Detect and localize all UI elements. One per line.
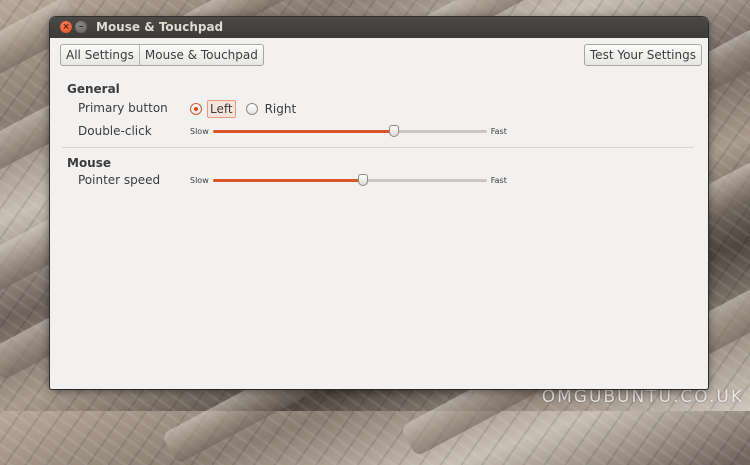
pointer-speed-fast-label: Fast: [490, 175, 507, 185]
radio-right-label[interactable]: Right: [263, 101, 299, 117]
title-bar[interactable]: × – Mouse & Touchpad: [50, 17, 708, 38]
radio-left[interactable]: Left: [190, 100, 236, 118]
double-click-label: Double-click: [78, 124, 152, 138]
primary-button-radio-group: Left Right: [190, 99, 308, 119]
pointer-speed-label: Pointer speed: [78, 173, 161, 187]
breadcrumb-all-settings[interactable]: All Settings: [61, 45, 139, 65]
double-click-track[interactable]: [212, 124, 487, 137]
general-heading: General: [67, 82, 120, 96]
watermark-text: OMGUBUNTU.CO.UK: [541, 387, 744, 407]
breadcrumb-mouse-touchpad[interactable]: Mouse & Touchpad: [138, 45, 263, 65]
pointer-speed-fill: [212, 178, 364, 182]
window-title: Mouse & Touchpad: [96, 20, 224, 34]
toolbar: All Settings Mouse & Touchpad Test Your …: [50, 38, 708, 70]
pointer-speed-track[interactable]: [212, 173, 487, 186]
pointer-speed-slider: Slow Fast: [190, 172, 507, 188]
double-click-thumb[interactable]: [388, 124, 399, 137]
radio-left-indicator[interactable]: [190, 103, 202, 115]
mouse-heading: Mouse: [67, 156, 112, 170]
test-your-settings-button[interactable]: Test Your Settings: [583, 44, 702, 66]
radio-right-indicator[interactable]: [245, 103, 258, 115]
close-icon[interactable]: ×: [60, 21, 72, 33]
double-click-fast-label: Fast: [490, 126, 507, 136]
radio-left-label[interactable]: Left: [207, 100, 236, 118]
minimize-icon[interactable]: –: [75, 21, 87, 33]
settings-window: × – Mouse & Touchpad All Settings Mouse …: [50, 17, 708, 389]
double-click-slow-label: Slow: [190, 126, 209, 136]
pointer-speed-slow-label: Slow: [190, 175, 209, 185]
radio-right[interactable]: Right: [245, 101, 299, 117]
pointer-speed-thumb[interactable]: [358, 173, 369, 186]
breadcrumb: All Settings Mouse & Touchpad: [60, 44, 264, 66]
section-divider: [62, 147, 694, 148]
double-click-fill: [212, 129, 394, 133]
primary-button-label: Primary button: [78, 101, 168, 115]
double-click-slider: Slow Fast: [190, 123, 507, 139]
